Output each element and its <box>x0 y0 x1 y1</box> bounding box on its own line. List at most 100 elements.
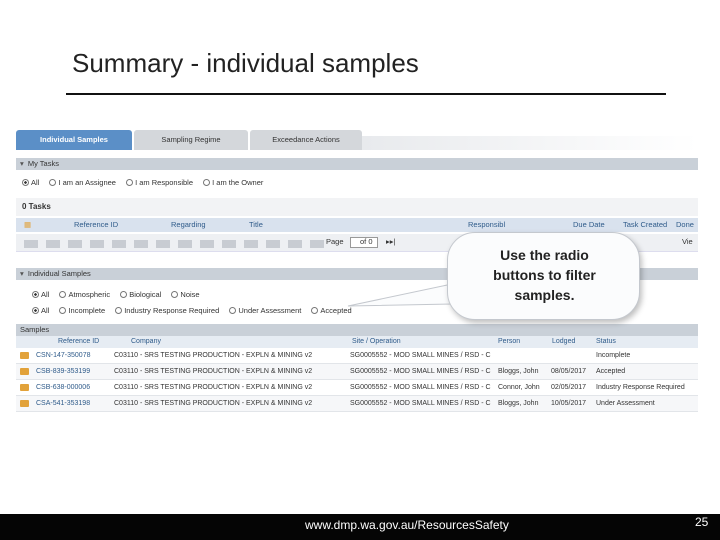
pager-blurred-region <box>24 240 324 248</box>
col-person[interactable]: Person <box>498 336 520 348</box>
task-filter-all-label: All <box>31 178 40 187</box>
tab-bar: Individual Samples Sampling Regime Excee… <box>16 130 698 150</box>
row-reference-id[interactable]: CSB-839-353199 <box>36 364 112 380</box>
col-lodged[interactable]: Lodged <box>552 336 575 348</box>
row-status: Industry Response Required <box>596 384 685 391</box>
radio-icon <box>203 179 211 186</box>
task-filter-owner-label: I am the Owner <box>212 178 264 187</box>
col-done[interactable]: Done <box>676 218 694 232</box>
row-reference-id[interactable]: CSA-541-353198 <box>36 396 112 412</box>
type-filter-atmospheric-label: Atmospheric <box>68 290 111 299</box>
col-task-created[interactable]: Task Created <box>623 218 667 232</box>
radio-icon <box>115 307 123 314</box>
table-row[interactable]: CSN-147-350078 C03110 - SRS TESTING PROD… <box>16 348 698 364</box>
pager-next-icon[interactable]: ▸▸| <box>386 237 395 246</box>
tasks-count: 0 Tasks <box>16 198 698 216</box>
row-person: Bloggs, John <box>498 368 539 375</box>
status-filter-industry-response[interactable]: Industry Response Required <box>115 305 219 317</box>
col-company[interactable]: Company <box>131 336 161 348</box>
pager-of-label: of 0 <box>360 237 373 246</box>
row-site: SG0005552 - MOD SMALL MINES / RSD - C <box>350 384 491 391</box>
row-site: SG0005552 - MOD SMALL MINES / RSD - C <box>350 400 491 407</box>
status-filter-all-label: All <box>41 306 50 315</box>
page-number: 25 <box>695 515 709 529</box>
col-title[interactable]: Title <box>249 218 263 232</box>
task-filter-responsible[interactable]: I am Responsible <box>126 177 193 189</box>
samples-table-header: Reference ID Company Site / Operation Pe… <box>16 336 698 348</box>
radio-icon <box>59 307 67 314</box>
status-filter-under-assessment-label: Under Assessment <box>238 306 302 315</box>
type-filter-noise[interactable]: Noise <box>171 289 200 301</box>
task-filter-assignee[interactable]: I am an Assignee <box>49 177 116 189</box>
tasks-table-header: ▦ Reference ID Regarding Title Responsib… <box>16 218 698 232</box>
individual-samples-heading: Individual Samples <box>27 269 91 278</box>
type-filter-atmospheric[interactable]: Atmospheric <box>59 289 110 301</box>
my-tasks-bar[interactable]: ▾ My Tasks <box>16 158 698 170</box>
callout-line-3: samples. <box>514 287 575 303</box>
footer-url: www.dmp.wa.gov.au/ResourcesSafety <box>305 518 509 532</box>
callout-bubble: Use the radio buttons to filter samples. <box>447 232 640 320</box>
radio-checked-icon <box>32 307 39 314</box>
tab-sampling-regime[interactable]: Sampling Regime <box>134 130 248 150</box>
table-row[interactable]: CSA-541-353198 C03110 - SRS TESTING PROD… <box>16 396 698 412</box>
pager-view-label: Vie <box>682 237 693 246</box>
status-filter-all[interactable]: All <box>32 305 49 317</box>
status-filter-incomplete-label: Incomplete <box>68 306 106 315</box>
row-reference-id[interactable]: CSB-638-000006 <box>36 380 112 396</box>
radio-icon <box>229 307 237 314</box>
samples-table: Samples Reference ID Company Site / Oper… <box>16 324 698 412</box>
radio-icon <box>120 291 128 298</box>
callout-pointer <box>347 283 453 307</box>
callout-text: Use the radio buttons to filter samples. <box>448 245 641 305</box>
radio-icon <box>49 179 57 186</box>
col-responsible[interactable]: Responsibl <box>468 218 505 232</box>
col-regarding[interactable]: Regarding <box>171 218 206 232</box>
row-person: Connor, John <box>498 384 540 391</box>
table-row[interactable]: CSB-638-000006 C03110 - SRS TESTING PROD… <box>16 380 698 396</box>
task-filter-responsible-label: I am Responsible <box>135 178 194 187</box>
folder-icon[interactable] <box>20 368 29 375</box>
col-status[interactable]: Status <box>596 336 616 348</box>
radio-icon <box>126 179 134 186</box>
type-filter-noise-label: Noise <box>180 290 200 299</box>
callout-line-1: Use the radio <box>500 247 589 263</box>
row-status: Incomplete <box>596 352 631 359</box>
tab-exceedance-actions[interactable]: Exceedance Actions <box>250 130 362 150</box>
task-filter-all[interactable]: All <box>22 177 39 189</box>
radio-icon <box>311 307 319 314</box>
triangle-down-icon: ▾ <box>20 269 24 278</box>
folder-icon[interactable] <box>20 400 29 407</box>
task-filter-owner[interactable]: I am the Owner <box>203 177 263 189</box>
radio-checked-icon <box>22 179 29 186</box>
col-site-operation[interactable]: Site / Operation <box>352 336 401 348</box>
folder-icon[interactable] <box>20 352 29 359</box>
type-filter-all[interactable]: All <box>32 289 49 301</box>
radio-icon <box>59 291 67 298</box>
status-filter-incomplete[interactable]: Incomplete <box>59 305 105 317</box>
row-person: Bloggs, John <box>498 400 539 407</box>
table-row[interactable]: CSB-839-353199 C03110 - SRS TESTING PROD… <box>16 364 698 380</box>
tab-bar-fade <box>362 136 698 150</box>
sample-status-filter-group: All Incomplete Industry Response Require… <box>32 305 360 317</box>
row-company: C03110 - SRS TESTING PRODUCTION - EXPLN … <box>114 368 313 375</box>
col-sample-reference-id[interactable]: Reference ID <box>58 336 99 348</box>
row-lodged: 08/05/2017 <box>551 368 587 375</box>
samples-heading: Samples <box>16 324 698 336</box>
col-due-date[interactable]: Due Date <box>573 218 605 232</box>
folder-icon[interactable] <box>20 384 29 391</box>
row-site: SG0005552 - MOD SMALL MINES / RSD - C <box>350 368 491 375</box>
col-reference-id[interactable]: Reference ID <box>74 218 118 232</box>
type-filter-biological[interactable]: Biological <box>120 289 161 301</box>
row-site: SG0005552 - MOD SMALL MINES / RSD - C <box>350 352 491 359</box>
slide-title: Summary - individual samples <box>72 48 419 78</box>
my-tasks-heading: My Tasks <box>27 159 59 168</box>
row-company: C03110 - SRS TESTING PRODUCTION - EXPLN … <box>114 352 313 359</box>
title-divider <box>66 93 666 95</box>
row-reference-id[interactable]: CSN-147-350078 <box>36 348 112 364</box>
callout-line-2: buttons to filter <box>493 267 596 283</box>
status-filter-under-assessment[interactable]: Under Assessment <box>229 305 301 317</box>
tab-individual-samples[interactable]: Individual Samples <box>16 130 132 150</box>
radio-icon <box>171 291 179 298</box>
pager-page-label: Page <box>326 237 344 246</box>
row-company: C03110 - SRS TESTING PRODUCTION - EXPLN … <box>114 384 313 391</box>
